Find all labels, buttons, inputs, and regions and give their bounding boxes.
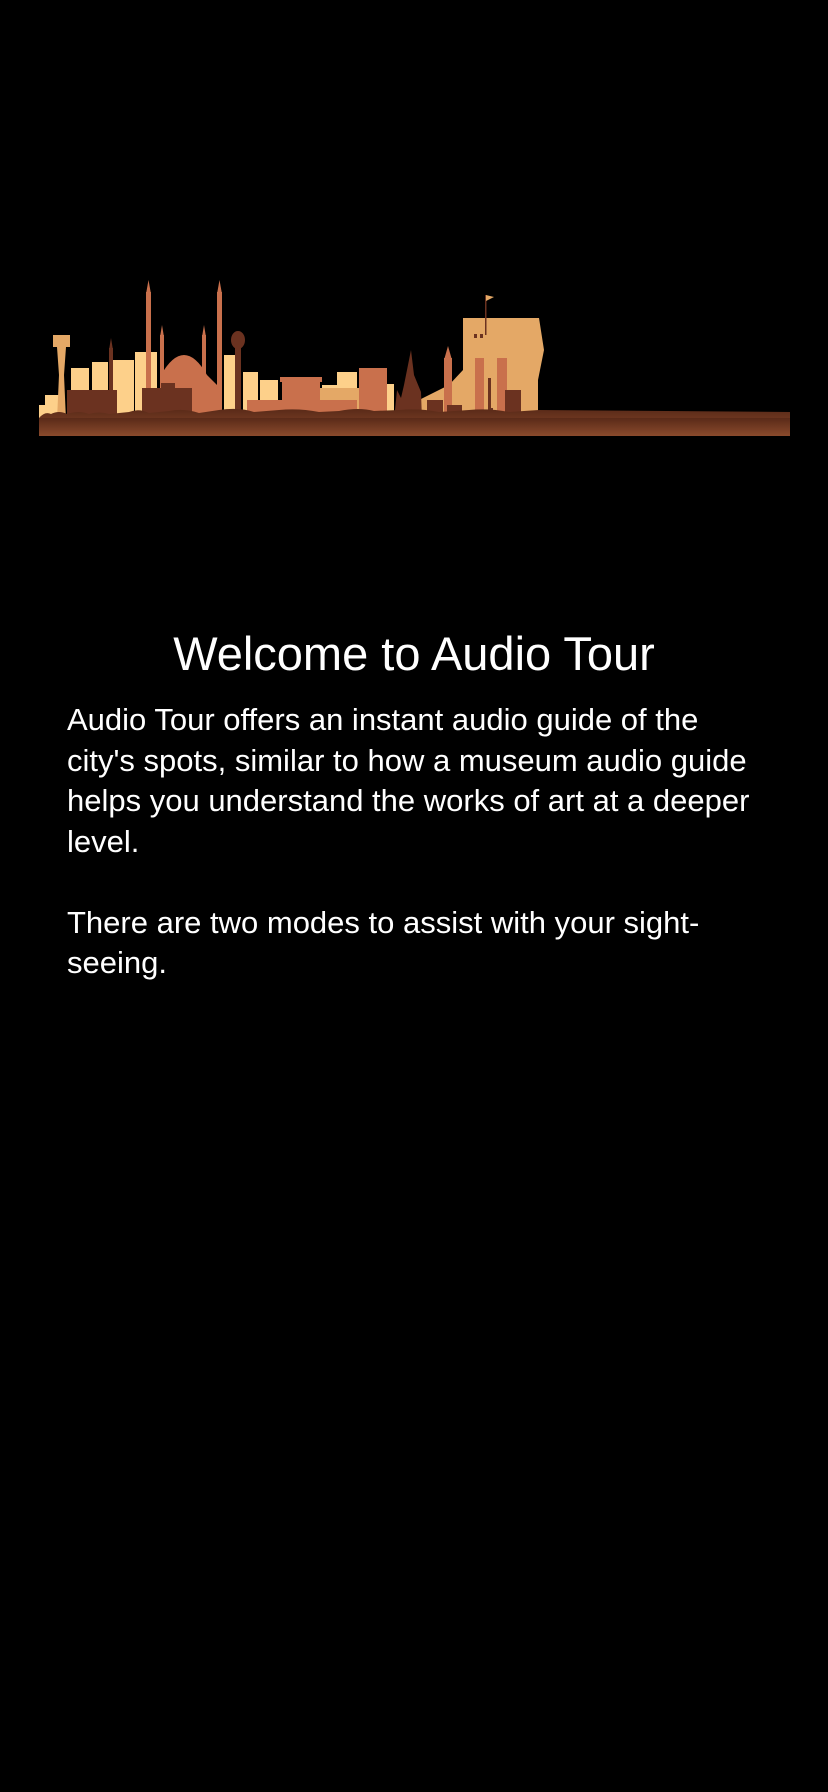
modes-paragraph: There are two modes to assist with your … (67, 904, 700, 981)
intro-paragraph: Audio Tour offers an instant audio guide… (67, 702, 750, 859)
welcome-title: Welcome to Audio Tour (173, 627, 655, 680)
city-skyline-illustration (39, 280, 790, 436)
welcome-description: Audio Tour offers an instant audio guide… (67, 700, 767, 1024)
